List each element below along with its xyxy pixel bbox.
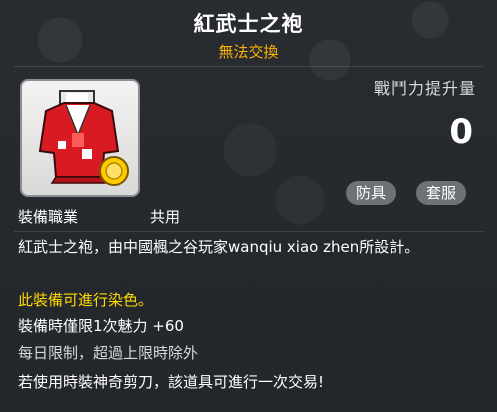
tag-outfit: 套服 [416, 181, 467, 205]
power-label: 戰鬥力提升量 [373, 79, 476, 98]
daily-note: 每日限制，超過上限時除外 [18, 344, 199, 362]
red-robe-icon [38, 90, 129, 186]
power-value: 0 [449, 112, 473, 152]
trade-note: 若使用時裝神奇剪刀，該道具可進行一次交易! [18, 373, 325, 391]
job-label: 裝備職業 [18, 208, 79, 226]
divider [14, 66, 483, 67]
dye-note: 此裝備可進行染色。 [18, 291, 154, 309]
item-tooltip: 紅武士之袍 無法交換 戰鬥力提升量 0 防具 套服 裝備職業 共用 紅武士之袍，… [0, 0, 497, 412]
item-icon-slot [20, 79, 140, 197]
trade-status: 無法交換 [218, 43, 279, 61]
item-description: 紅武士之袍，由中國楓之谷玩家wanqiu xiao zhen所設計。 [18, 238, 420, 256]
job-value: 共用 [150, 208, 181, 226]
tag-armor: 防具 [346, 181, 397, 205]
limit-note: 裝備時僅限1次魅力 +60 [18, 317, 184, 335]
item-name: 紅武士之袍 [193, 12, 304, 36]
divider [14, 231, 483, 232]
